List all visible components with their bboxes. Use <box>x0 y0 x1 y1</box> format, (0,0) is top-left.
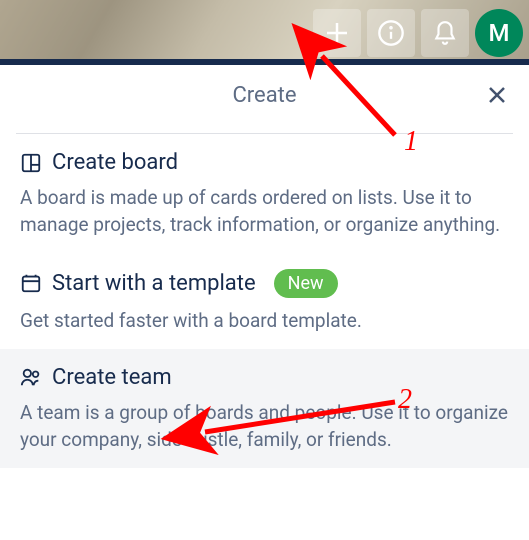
info-button[interactable] <box>367 9 415 57</box>
start-template-title: Start with a template <box>52 271 256 296</box>
notifications-button[interactable] <box>421 9 469 57</box>
start-template-desc: Get started faster with a board template… <box>20 308 509 335</box>
app-topbar: M <box>0 0 529 65</box>
create-board-title: Create board <box>52 150 178 175</box>
create-plus-button[interactable] <box>313 9 361 57</box>
team-icon <box>20 366 42 388</box>
close-button[interactable] <box>485 83 509 111</box>
board-icon <box>20 152 42 174</box>
create-board-option[interactable]: Create board A board is made up of cards… <box>0 134 529 253</box>
create-board-desc: A board is made up of cards ordered on l… <box>20 185 509 239</box>
avatar-initial: M <box>489 19 510 47</box>
create-panel: Create Create board A board is made up o… <box>0 65 529 468</box>
close-icon <box>485 83 509 107</box>
panel-header: Create <box>0 65 529 121</box>
start-template-option[interactable]: Start with a template New Get started fa… <box>0 253 529 349</box>
create-team-title: Create team <box>52 365 172 390</box>
bell-icon <box>432 20 458 46</box>
panel-title: Create <box>232 83 296 108</box>
create-team-desc: A team is a group of boards and people. … <box>20 400 509 454</box>
info-icon <box>377 19 405 47</box>
create-team-option[interactable]: Create team A team is a group of boards … <box>0 349 529 468</box>
new-badge: New <box>274 269 338 298</box>
avatar[interactable]: M <box>475 9 523 57</box>
plus-icon <box>322 18 352 48</box>
template-icon <box>20 272 42 294</box>
